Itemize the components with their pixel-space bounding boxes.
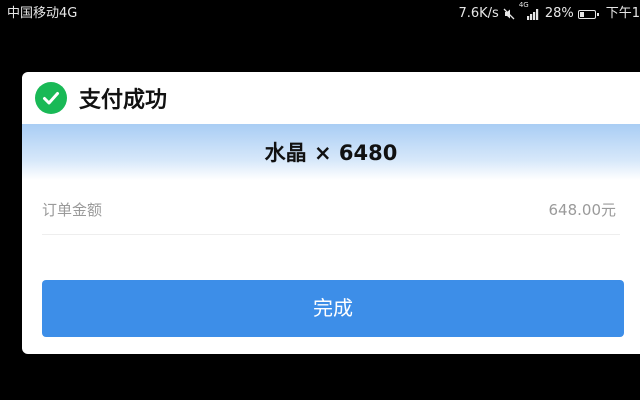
order-amount-value: 648.00元 <box>548 201 617 219</box>
battery-icon <box>577 9 599 19</box>
order-amount-row: 订单金额 648.00元 <box>42 180 620 235</box>
check-circle-icon <box>35 82 67 114</box>
carrier-label: 中国移动4G <box>7 6 78 21</box>
dialog-title: 支付成功 <box>79 88 168 113</box>
mute-icon <box>503 8 515 20</box>
dialog-header: 支付成功 <box>22 72 640 124</box>
done-button[interactable]: 完成 <box>42 280 624 337</box>
payment-success-dialog: 支付成功 水晶 × 6480 订单金额 648.00元 完成 <box>22 72 640 354</box>
signal-icon: 4G <box>519 1 541 21</box>
battery-percent: 28% <box>544 6 574 21</box>
product-banner: 水晶 × 6480 <box>22 124 640 180</box>
network-speed: 7.6K/s <box>458 6 499 21</box>
order-amount-label: 订单金额 <box>42 201 103 219</box>
status-indicators: 7.6K/s 4G 28% 下午1 <box>458 0 640 28</box>
clock: 下午1 <box>605 6 640 21</box>
product-name: 水晶 × 6480 <box>264 141 398 165</box>
battery-fill <box>579 11 584 17</box>
status-bar: 中国移动4G 7.6K/s 4G 28% 下午1 <box>0 0 640 28</box>
